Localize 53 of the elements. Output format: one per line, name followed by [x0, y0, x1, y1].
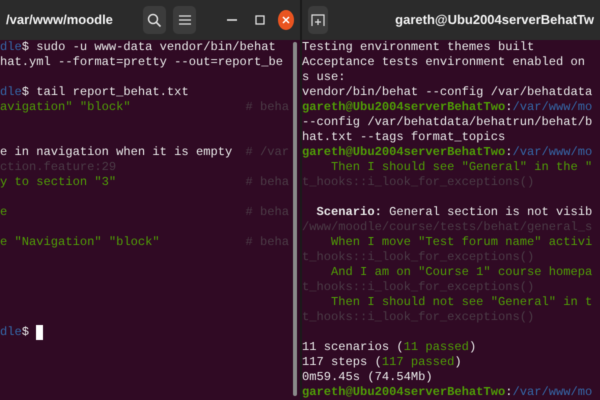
- terminal-text: Scenario:: [316, 205, 382, 220]
- menu-icon: [178, 15, 191, 25]
- terminal-text: gareth@Ubu2004serverBehatTwo: [302, 385, 506, 400]
- terminal-text: dle: [0, 325, 22, 340]
- close-icon: [282, 16, 290, 24]
- terminal-text: /var/www/mo: [512, 385, 592, 400]
- terminal-text: $: [22, 325, 30, 340]
- search-icon: [147, 12, 162, 28]
- terminal-text: dle: [0, 40, 22, 55]
- terminal-text: dle: [0, 85, 22, 100]
- terminal-text: /var/www/mo: [512, 145, 592, 160]
- scrollbar[interactable]: [293, 42, 297, 396]
- window-title: gareth@Ubu2004serverBehatTw: [395, 11, 594, 30]
- terminal-text: 0m59.45s (74.54Mb): [302, 370, 433, 385]
- terminal-text: e in navigation when it is empty: [0, 145, 234, 160]
- terminal-text: When I move "Test forum name" activi: [330, 235, 592, 250]
- terminal-text: e: [0, 205, 8, 220]
- terminal-text: gareth@Ubu2004serverBehatTwo: [302, 145, 506, 160]
- search-button[interactable]: [143, 6, 166, 34]
- terminal-text: :: [505, 145, 512, 160]
- terminal-text: Acceptance tests environment enabled on: [302, 55, 586, 70]
- terminal-text: hat.yml --format=pretty --out=report_be: [0, 55, 284, 70]
- menu-button[interactable]: [173, 6, 196, 34]
- terminal-text: :: [505, 100, 512, 115]
- window-title: /var/www/moodle: [6, 11, 113, 30]
- terminal-text: gareth@Ubu2004serverBehatTwo: [302, 100, 506, 115]
- terminal-text: $ sudo -u www-data vendor/bin/behat: [22, 40, 276, 55]
- close-button[interactable]: [278, 10, 294, 30]
- terminal-text: vendor/bin/behat --config /var/behatdata: [302, 85, 592, 100]
- terminal-text: --config /var/behatdata/behatrun/behat/b: [302, 115, 592, 130]
- terminal-text: 11 passed: [404, 340, 469, 355]
- terminal-text: s use:: [302, 70, 346, 85]
- terminal-text: Then I should see "General" in the ": [330, 160, 592, 175]
- terminal-text: $ tail report_behat.txt: [22, 85, 189, 100]
- terminal-text: hat.txt --tags format_topics: [302, 130, 506, 145]
- terminal-text: :: [505, 385, 512, 400]
- terminal-text: /var/www/mo: [512, 100, 592, 115]
- terminal-text: And I am on "Course 1" course homepa: [330, 265, 592, 280]
- terminal-text: 117 steps (: [302, 355, 382, 370]
- new-tab-icon: [311, 13, 326, 27]
- minimize-icon: [226, 19, 237, 21]
- maximize-icon: [254, 15, 265, 25]
- terminal-text: 11 scenarios (: [302, 340, 404, 355]
- terminal-text: y to section "3": [0, 175, 116, 190]
- new-tab-button[interactable]: [308, 6, 328, 34]
- terminal-text: General section is not visib: [388, 205, 592, 220]
- terminal-text: Testing environment themes built: [302, 40, 534, 55]
- terminal-text: Then I should not see "General" in t: [330, 295, 592, 310]
- terminal-text: 117 passed: [382, 355, 454, 370]
- terminal-text: ): [454, 355, 462, 370]
- terminal-text: avigation" "block": [0, 100, 131, 115]
- terminal-text: ): [468, 340, 476, 355]
- terminal-text: e "Navigation" "block": [0, 235, 160, 250]
